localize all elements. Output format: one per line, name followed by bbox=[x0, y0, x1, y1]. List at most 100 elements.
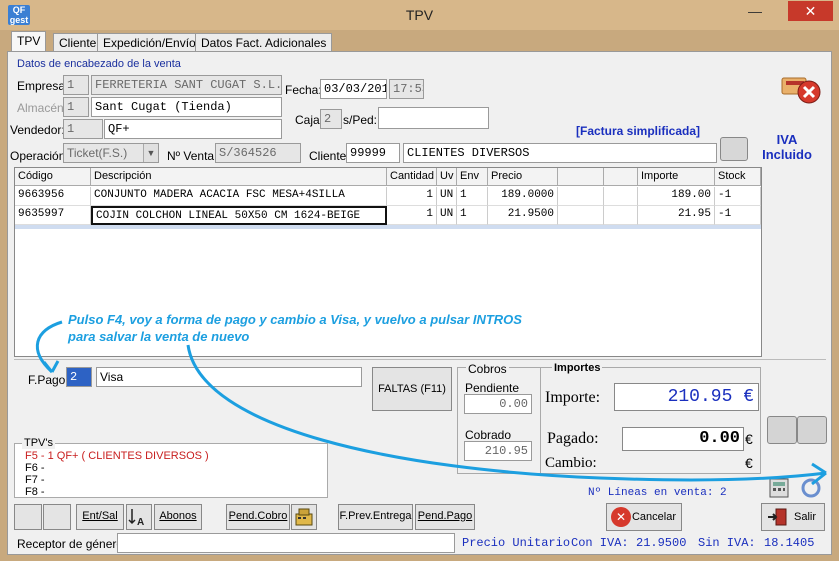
tab-tpv[interactable]: TPV bbox=[11, 31, 47, 51]
fpago-name-field[interactable]: Visa bbox=[96, 367, 362, 387]
vendedor-name-field[interactable]: QF+ bbox=[104, 119, 282, 139]
pendiente-field[interactable]: 0.00 bbox=[464, 394, 532, 414]
tab-datos-fact[interactable]: Datos Fact. Adicionales bbox=[195, 33, 333, 52]
window-title: TPV bbox=[405, 7, 434, 23]
tpv-item-f5[interactable]: F5 - 1 QF+ ( CLIENTES DIVERSOS ) bbox=[25, 450, 209, 462]
receptor-label: Receptor de género bbox=[17, 537, 124, 551]
tpv-item-f6[interactable]: F6 - bbox=[25, 462, 45, 474]
vendedor-code-field[interactable]: 1 bbox=[63, 119, 103, 139]
table-row-2-codigo[interactable]: 9635997 bbox=[15, 206, 91, 225]
refresh-icon[interactable] bbox=[797, 476, 825, 500]
col-importe[interactable]: Importe bbox=[638, 168, 715, 186]
col-descripcion[interactable]: Descripción bbox=[91, 168, 387, 186]
table-row-2-blank-2[interactable] bbox=[604, 206, 638, 225]
entsal-button[interactable]: Ent/Sal bbox=[76, 504, 124, 530]
col-blank-1[interactable] bbox=[558, 168, 604, 186]
table-row-2-precio[interactable]: 21.9500 bbox=[488, 206, 558, 225]
fecha-field[interactable]: 03/03/2015 bbox=[320, 79, 387, 99]
cliente-label: Cliente: bbox=[309, 149, 350, 163]
cobrado-field[interactable]: 210.95 bbox=[464, 441, 532, 461]
importes-title: Importes bbox=[552, 362, 603, 374]
con-iva-label: Con IVA: bbox=[571, 536, 629, 550]
receptor-field[interactable] bbox=[117, 533, 455, 553]
col-codigo[interactable]: Código bbox=[15, 168, 91, 186]
table-row-2-importe[interactable]: 21.95 bbox=[638, 206, 715, 225]
tpv-item-f8[interactable]: F8 - bbox=[25, 486, 45, 498]
table-row-2-descripcion[interactable]: COJIN COLCHON LINEAL 50X50 CM 1624-BEIGE bbox=[91, 206, 387, 225]
cliente-code-field[interactable]: 99999 bbox=[346, 143, 400, 163]
chevron-down-icon[interactable]: ▼ bbox=[143, 144, 158, 162]
hora-field[interactable]: 17:53 bbox=[389, 79, 424, 99]
empresa-name-field[interactable]: FERRETERIA SANT CUGAT S.L. bbox=[91, 75, 282, 95]
table-row-2-cantidad[interactable]: 1 bbox=[387, 206, 437, 225]
importe-label: Importe: bbox=[545, 389, 601, 406]
table-row-2-env[interactable]: 1 bbox=[457, 206, 488, 225]
col-precio[interactable]: Precio bbox=[488, 168, 558, 186]
grid-bottom-divider bbox=[14, 359, 826, 360]
fecha-label: Fecha: bbox=[285, 83, 322, 97]
col-env[interactable]: Env bbox=[457, 168, 488, 186]
sin-iva-value: 18.1405 bbox=[764, 536, 815, 550]
cliente-name-field[interactable]: CLIENTES DIVERSOS bbox=[403, 143, 717, 163]
section-title: Datos de encabezado de la venta bbox=[17, 58, 181, 70]
iva-incluido-label: IVA Incluido bbox=[762, 132, 812, 162]
delete-sale-icon[interactable] bbox=[780, 72, 824, 106]
faltas-button[interactable]: FALTAS (F11) bbox=[372, 367, 452, 411]
cancelar-button[interactable]: ✕ Cancelar bbox=[606, 503, 682, 531]
table-row-1-precio[interactable]: 189.0000 bbox=[488, 187, 558, 206]
iva-toggle-button[interactable] bbox=[720, 137, 748, 161]
tab-expedicion[interactable]: Expedición/Envío bbox=[97, 33, 202, 52]
pagado-field[interactable]: 0.00 bbox=[622, 427, 744, 451]
pend-cobro-button[interactable]: Pend.Cobro bbox=[226, 504, 290, 530]
tpv-item-f7[interactable]: F7 - bbox=[25, 474, 45, 486]
salir-button[interactable]: Salir bbox=[761, 503, 825, 531]
cancelar-label: Cancelar bbox=[631, 511, 676, 523]
almacen-name-field[interactable]: Sant Cugat (Tienda) bbox=[91, 97, 282, 117]
cash-register-icon[interactable] bbox=[291, 504, 317, 530]
nventa-field[interactable]: S/364526 bbox=[215, 143, 301, 163]
importe-total-field[interactable]: 210.95 € bbox=[614, 383, 759, 411]
pend-pago-button[interactable]: Pend.Pago bbox=[415, 504, 475, 530]
almacen-code-field[interactable]: 1 bbox=[63, 97, 89, 117]
table-row-2-blank-1[interactable] bbox=[558, 206, 604, 225]
cancel-icon: ✕ bbox=[611, 507, 631, 527]
table-row-1-blank-1[interactable] bbox=[558, 187, 604, 206]
side-button-2[interactable] bbox=[797, 416, 827, 444]
col-uv[interactable]: Uv bbox=[437, 168, 457, 186]
fpago-code-field[interactable]: 2 bbox=[66, 367, 92, 387]
fprev-entrega-button[interactable]: F.Prev.Entrega bbox=[338, 504, 413, 530]
col-stock[interactable]: Stock bbox=[715, 168, 761, 186]
calculator-icon[interactable] bbox=[766, 476, 794, 500]
side-button-1[interactable] bbox=[767, 416, 797, 444]
lineas-count: Nº Líneas en venta: 2 bbox=[588, 487, 727, 499]
abonos-button[interactable]: Abonos bbox=[154, 504, 202, 530]
close-button[interactable]: ✕ bbox=[788, 1, 833, 21]
toolbar-blank-2[interactable] bbox=[43, 504, 71, 530]
sped-field[interactable] bbox=[378, 107, 489, 129]
svg-text:A: A bbox=[137, 517, 144, 528]
salir-label: Salir bbox=[793, 511, 816, 523]
tab-cliente[interactable]: Cliente bbox=[53, 33, 103, 52]
col-cantidad[interactable]: Cantidad bbox=[387, 168, 437, 186]
cobrado-label: Cobrado bbox=[465, 428, 512, 442]
table-row-1-stock[interactable]: -1 bbox=[715, 187, 761, 206]
pagado-label: Pagado: bbox=[547, 430, 599, 447]
toolbar-blank-1[interactable] bbox=[14, 504, 42, 530]
table-row-2-uv[interactable]: UN bbox=[437, 206, 457, 225]
tpvs-title: TPV's bbox=[22, 437, 55, 449]
sort-icon[interactable]: A bbox=[126, 504, 152, 530]
empresa-code-field[interactable]: 1 bbox=[63, 75, 89, 95]
col-blank-2[interactable] bbox=[604, 168, 638, 186]
minimize-button[interactable]: — bbox=[744, 4, 766, 20]
caja-field[interactable]: 2 bbox=[320, 109, 342, 129]
table-row-1-codigo[interactable]: 9663956 bbox=[15, 187, 91, 206]
table-row-1-cantidad[interactable]: 1 bbox=[387, 187, 437, 206]
row-separator bbox=[15, 225, 761, 229]
tutorial-annotation: Pulso F4, voy a forma de pago y cambio a… bbox=[68, 312, 522, 344]
table-row-1-importe[interactable]: 189.00 bbox=[638, 187, 715, 206]
table-row-1-env[interactable]: 1 bbox=[457, 187, 488, 206]
table-row-1-uv[interactable]: UN bbox=[437, 187, 457, 206]
table-row-1-blank-2[interactable] bbox=[604, 187, 638, 206]
table-row-2-stock[interactable]: -1 bbox=[715, 206, 761, 225]
table-row-1-descripcion[interactable]: CONJUNTO MADERA ACACIA FSC MESA+4SILLA bbox=[91, 187, 387, 206]
